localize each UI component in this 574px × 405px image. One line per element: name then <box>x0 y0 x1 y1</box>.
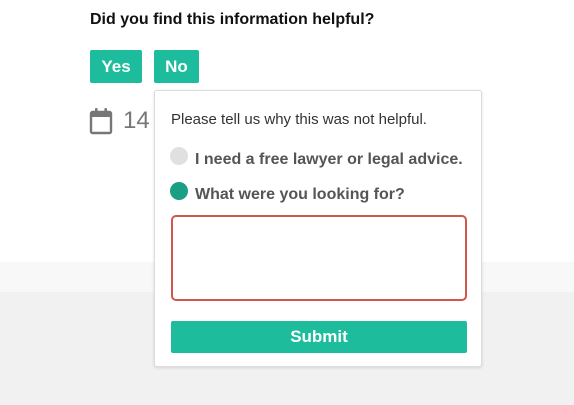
radio-selected-icon[interactable] <box>170 182 188 200</box>
no-button[interactable]: No <box>154 50 199 83</box>
option-free-lawyer[interactable]: I need a free lawyer or legal advice. <box>170 146 463 169</box>
feedback-popup: Please tell us why this was not helpful.… <box>154 90 482 367</box>
radio-unselected-icon[interactable] <box>170 147 188 165</box>
date-text: 14 <box>123 107 150 134</box>
option-looking-for[interactable]: What were you looking for? <box>170 181 405 204</box>
answer-textarea[interactable] <box>171 215 467 301</box>
yes-button[interactable]: Yes <box>90 50 142 83</box>
popup-prompt: Please tell us why this was not helpful. <box>171 111 427 128</box>
date-row: 14 <box>89 106 150 136</box>
submit-button[interactable]: Submit <box>171 321 467 353</box>
option-label: I need a free lawyer or legal advice. <box>195 151 463 168</box>
feedback-question: Did you find this information helpful? <box>90 11 375 28</box>
option-label: What were you looking for? <box>195 186 405 203</box>
calendar-icon <box>89 107 113 135</box>
